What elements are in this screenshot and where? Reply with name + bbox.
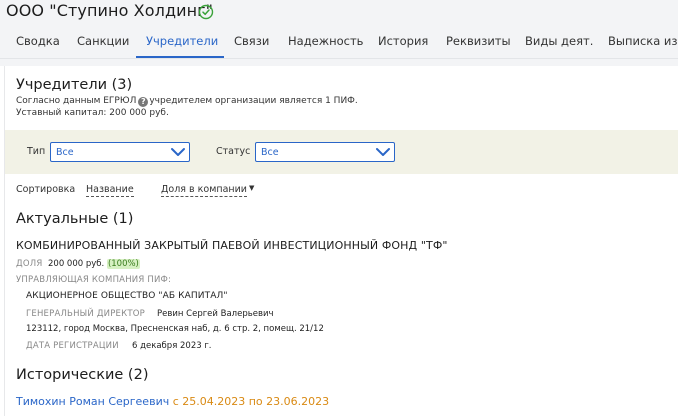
- tab-bar: Сводка Санкции Учредители Связи Надежнос…: [0, 31, 678, 58]
- tab-summary[interactable]: Сводка: [16, 34, 60, 48]
- founders-note: Согласно данным ЕГРЮЛ? учредителем органи…: [16, 96, 358, 107]
- filter-bar: Тип Все Статус Все: [5, 130, 678, 174]
- historical-heading: Исторические (2): [16, 367, 149, 383]
- status-filter-label: Статус: [216, 146, 251, 157]
- share-amount: 200 000 руб.: [48, 259, 105, 269]
- current-heading: Актуальные (1): [16, 211, 134, 227]
- status-select-value: Все: [261, 147, 279, 158]
- historical-founder[interactable]: Тимохин Роман Сергеевич с 25.04.2023 по …: [16, 395, 329, 408]
- founders-note-suffix: учредителем организации является 1 ПИФ.: [149, 96, 358, 106]
- share-label: ДОЛЯ: [16, 259, 43, 269]
- founders-heading: Учредители (3): [16, 77, 133, 93]
- director-name[interactable]: Ревин Сергей Валерьевич: [157, 309, 274, 319]
- authorized-capital: Уставный капитал: 200 000 руб.: [16, 108, 169, 118]
- header-divider: [0, 58, 678, 59]
- status-select[interactable]: Все: [255, 142, 395, 162]
- historical-founder-period: с 25.04.2023 по 23.06.2023: [172, 395, 330, 408]
- chevron-down-icon: [376, 148, 390, 156]
- share-value: 200 000 руб. (100%): [48, 259, 140, 269]
- verified-check-icon: [198, 4, 214, 20]
- company-title: ООО "Ступино Холдинг": [6, 1, 214, 20]
- tab-history[interactable]: История: [378, 34, 428, 48]
- historical-founder-name[interactable]: Тимохин Роман Сергеевич: [16, 395, 169, 408]
- tab-connections[interactable]: Связи: [234, 34, 269, 48]
- sort-caret-icon[interactable]: ▼: [249, 184, 254, 192]
- tab-extract[interactable]: Выписка из Е: [608, 34, 678, 48]
- director-label: ГЕНЕРАЛЬНЫЙ ДИРЕКТОР: [26, 309, 145, 319]
- type-select[interactable]: Все: [50, 142, 190, 162]
- sort-label: Сортировка: [16, 184, 76, 195]
- sort-by-name[interactable]: Название: [86, 184, 134, 197]
- info-icon[interactable]: ?: [138, 97, 149, 107]
- mgmt-company-name[interactable]: АКЦИОНЕРНОЕ ОБЩЕСТВО "АБ КАПИТАЛ": [26, 291, 228, 301]
- tab-requisites[interactable]: Реквизиты: [446, 34, 511, 48]
- tab-founders[interactable]: Учредители: [146, 34, 218, 48]
- share-percent-badge: (100%): [106, 259, 140, 269]
- mgmt-company-label: УПРАВЛЯЮЩАЯ КОМПАНИЯ ПИФ:: [16, 275, 172, 285]
- tab-activities[interactable]: Виды деят.: [525, 34, 593, 48]
- registration-date: 6 декабря 2023 г.: [132, 341, 212, 351]
- type-filter-label: Тип: [27, 146, 46, 157]
- sort-by-share[interactable]: Доля в компании: [161, 184, 247, 197]
- fund-name[interactable]: КОМБИНИРОВАННЫЙ ЗАКРЫТЫЙ ПАЕВОЙ ИНВЕСТИЦ…: [16, 239, 448, 252]
- tab-sanctions[interactable]: Санкции: [77, 34, 129, 48]
- tab-reliability[interactable]: Надежность: [288, 34, 363, 48]
- mgmt-address: 123112, город Москва, Пресненская наб, д…: [26, 324, 324, 334]
- company-header: ООО "Ступино Холдинг" Сводка Санкции Учр…: [0, 0, 678, 66]
- founders-note-prefix: Согласно данным ЕГРЮЛ: [16, 96, 137, 106]
- type-select-value: Все: [56, 147, 74, 158]
- chevron-down-icon: [171, 148, 185, 156]
- registration-label: ДАТА РЕГИСТРАЦИИ: [26, 341, 119, 351]
